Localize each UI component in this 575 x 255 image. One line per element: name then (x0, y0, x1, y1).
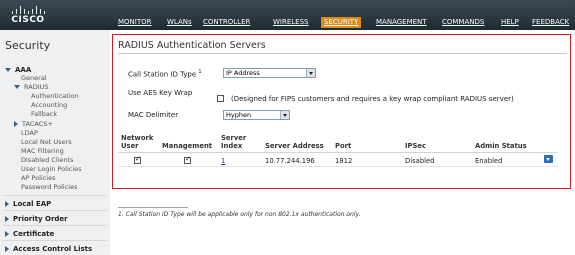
network-user-checkbox[interactable] (134, 155, 141, 164)
sidebar-item-radius[interactable]: RADIUS (14, 83, 49, 91)
expand-down-icon (14, 85, 20, 89)
sidebar-item-local-eap[interactable]: Local EAP (5, 200, 51, 208)
title-divider (118, 53, 567, 54)
management-checkbox[interactable] (184, 155, 191, 164)
nav-wlans[interactable]: WLANs (167, 18, 192, 26)
nav-wireless[interactable]: WIRELESS (273, 18, 308, 26)
port-cell: 1812 (335, 157, 353, 165)
sidebar-item-user-login-policies[interactable]: User Login Policies (21, 165, 82, 173)
admin-status-cell: Enabled (475, 157, 503, 165)
col-header-management: Management (162, 142, 213, 150)
call-station-value: IP Address (226, 69, 260, 77)
col-header-ipsec: IPSec (405, 142, 427, 150)
sidebar-item-mac-filtering[interactable]: MAC Filtering (21, 147, 64, 155)
sidebar-item-aaa[interactable]: AAA (5, 66, 31, 74)
expand-right-icon (5, 246, 9, 252)
nav-security[interactable]: SECURITY (321, 17, 362, 28)
page-title: RADIUS Authentication Servers (118, 40, 266, 51)
sidebar-item-access-control-lists[interactable]: Access Control Lists (5, 245, 92, 253)
table-row-divider (118, 166, 558, 167)
sidebar-item-password-policies[interactable]: Password Policies (21, 183, 77, 191)
sidebar-item-general[interactable]: General (21, 74, 47, 82)
expand-down-icon (5, 68, 11, 72)
nav-management[interactable]: MANAGEMENT (376, 18, 427, 26)
sidebar-item-fallback[interactable]: Fallback (31, 110, 57, 118)
mac-delimiter-select[interactable]: Hyphen (223, 110, 290, 120)
sidebar-item-authentication[interactable]: Authentication (31, 92, 79, 100)
mac-delimiter-label: MAC Delimiter (128, 111, 179, 119)
call-station-select[interactable]: IP Address (223, 68, 316, 78)
table-header-divider (118, 152, 558, 153)
col-header-port: Port (335, 142, 352, 150)
aes-key-wrap-label: Use AES Key Wrap (128, 89, 193, 97)
aes-key-wrap-note: (Designed for FIPS customers and require… (231, 95, 514, 103)
chevron-down-icon (306, 69, 315, 77)
sidebar-item-local-net-users[interactable]: Local Net Users (21, 138, 72, 146)
sidebar-item-disabled-clients[interactable]: Disabled Clients (21, 156, 74, 164)
col-header-server-address: Server Address (265, 142, 324, 150)
nav-controller[interactable]: CONTROLLER (203, 18, 250, 26)
footnote-divider (118, 207, 188, 208)
cisco-bars-icon (10, 5, 46, 14)
sidebar-item-tacacs[interactable]: TACACS+ (14, 120, 53, 128)
main-nav: MONITOR WLANs CONTROLLER WIRELESS SECURI… (0, 17, 575, 28)
footnote-marker: 1 (198, 69, 202, 75)
top-header: CISCO MONITOR WLANs CONTROLLER WIRELESS … (0, 0, 575, 30)
row-action-dropdown-icon[interactable] (544, 155, 553, 163)
sidebar-divider (3, 210, 107, 211)
nav-monitor[interactable]: MONITOR (118, 18, 152, 26)
col-header-admin-status: Admin Status (475, 142, 527, 150)
sidebar-item-priority-order[interactable]: Priority Order (5, 215, 68, 223)
col-header-server-index: Server Index (221, 134, 247, 150)
call-station-label: Call Station ID Type 1 (128, 69, 202, 79)
mac-delimiter-value: Hyphen (226, 111, 252, 119)
chevron-down-icon (280, 111, 289, 119)
server-address-cell: 10.77.244.196 (265, 157, 315, 165)
sidebar-divider (3, 240, 107, 241)
footnote-text: 1. Call Station ID Type will be applicab… (118, 211, 361, 218)
expand-right-icon (5, 231, 9, 237)
sidebar-divider (3, 195, 107, 196)
sidebar-item-certificate[interactable]: Certificate (5, 230, 54, 238)
expand-right-icon (5, 201, 9, 207)
expand-right-icon (14, 121, 18, 127)
sidebar-item-accounting[interactable]: Accounting (31, 101, 67, 109)
ipsec-cell: Disabled (405, 157, 435, 165)
col-header-network-user: Network User (121, 134, 154, 150)
sidebar-title: Security (5, 39, 51, 52)
nav-feedback[interactable]: FEEDBACK (532, 18, 569, 26)
sidebar-item-ldap[interactable]: LDAP (21, 129, 38, 137)
aes-key-wrap-checkbox[interactable] (217, 95, 224, 102)
nav-help[interactable]: HELP (501, 18, 519, 26)
nav-commands[interactable]: COMMANDS (442, 18, 484, 26)
sidebar-item-ap-policies[interactable]: AP Policies (21, 174, 55, 182)
expand-right-icon (5, 216, 9, 222)
sidebar-divider (3, 225, 107, 226)
server-index-link[interactable]: 1 (221, 157, 225, 165)
